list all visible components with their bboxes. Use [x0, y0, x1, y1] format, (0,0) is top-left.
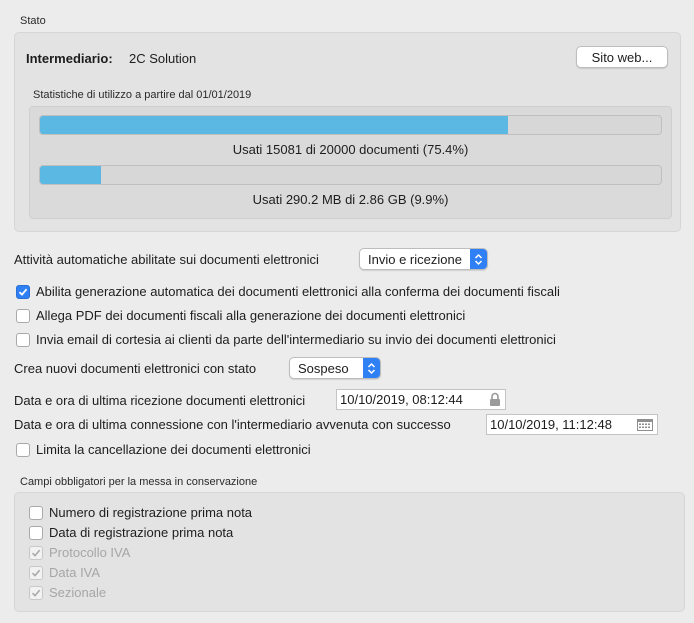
- option-limita-cancellazione[interactable]: Limita la cancellazione dei documenti el…: [16, 442, 311, 457]
- attivita-select-value: Invio e ricezione: [368, 251, 462, 267]
- crea-stato-select[interactable]: Sospeso: [289, 357, 381, 379]
- option-label: Invia email di cortesia ai clienti da pa…: [36, 332, 556, 347]
- option-label: Allega PDF dei documenti fiscali alla ge…: [36, 308, 466, 323]
- storage-progress-bar: [39, 165, 662, 185]
- crea-stato-select-value: Sospeso: [298, 360, 349, 376]
- stats-title: Statistiche di utilizzo a partire dal 01…: [33, 89, 252, 101]
- ultima-connessione-value: 10/10/2019, 11:12:48: [490, 417, 612, 432]
- intermediario-label: Intermediario:: [26, 51, 113, 66]
- chevron-updown-icon: [470, 249, 487, 269]
- attivita-select[interactable]: Invio e ricezione: [359, 248, 488, 270]
- ultima-ricezione-value: 10/10/2019, 08:12:44: [340, 392, 463, 407]
- conservazione-item-label: Sezionale: [49, 585, 107, 600]
- attivita-label: Attività automatiche abilitate sui docum…: [14, 252, 319, 267]
- conservazione-item-data-iva: Data IVA: [29, 565, 100, 580]
- checkbox-numero-registrazione[interactable]: [29, 505, 43, 520]
- conservazione-item-label: Protocollo IVA: [49, 545, 131, 560]
- conservazione-item-sezionale: Sezionale: [29, 585, 106, 600]
- checkbox-data-registrazione[interactable]: [29, 525, 43, 540]
- conservazione-item-label: Numero di registrazione prima nota: [49, 505, 253, 520]
- intermediario-value: 2C Solution: [129, 51, 197, 66]
- lock-icon: [489, 392, 501, 410]
- conservazione-item-label: Data IVA: [49, 565, 101, 580]
- conservazione-group: Numero di registrazione prima nota Data …: [14, 492, 685, 612]
- documents-progress-bar: [39, 115, 662, 135]
- option-allega-pdf[interactable]: Allega PDF dei documenti fiscali alla ge…: [16, 308, 465, 323]
- calendar-icon[interactable]: [637, 419, 653, 434]
- option-label: Abilita generazione automatica dei docum…: [36, 284, 560, 299]
- stato-section-title: Stato: [20, 15, 46, 27]
- checkbox-email-cortesia[interactable]: [16, 332, 30, 347]
- documents-usage-caption: Usati 15081 di 20000 documenti (75.4%): [232, 142, 469, 157]
- stato-group: Intermediario: 2C Solution Sito web... S…: [14, 32, 681, 232]
- checkbox-data-iva: [29, 565, 43, 580]
- option-generazione-automatica[interactable]: Abilita generazione automatica dei docum…: [16, 284, 560, 299]
- ultima-connessione-field[interactable]: 10/10/2019, 11:12:48: [486, 414, 658, 435]
- checkbox-limita-cancellazione[interactable]: [16, 442, 30, 457]
- checkbox-protocollo-iva: [29, 545, 43, 560]
- usage-stats-box: Usati 15081 di 20000 documenti (75.4%) U…: [29, 106, 672, 219]
- ultima-ricezione-field: 10/10/2019, 08:12:44: [336, 389, 506, 410]
- option-email-cortesia[interactable]: Invia email di cortesia ai clienti da pa…: [16, 332, 556, 347]
- conservazione-item-protocollo-iva: Protocollo IVA: [29, 545, 130, 560]
- option-label: Limita la cancellazione dei documenti el…: [36, 442, 311, 457]
- storage-progress-fill: [40, 166, 102, 184]
- storage-usage-caption: Usati 290.2 MB di 2.86 GB (9.9%): [252, 192, 449, 207]
- chevron-updown-icon: [363, 358, 380, 378]
- conservazione-item-label: Data di registrazione prima nota: [49, 525, 234, 540]
- checkbox-generazione-automatica[interactable]: [16, 284, 30, 299]
- checkbox-allega-pdf[interactable]: [16, 308, 30, 323]
- sito-web-button[interactable]: Sito web...: [576, 46, 668, 68]
- ultima-ricezione-label: Data e ora di ultima ricezione documenti…: [14, 393, 306, 408]
- conservazione-item-numero-registrazione[interactable]: Numero di registrazione prima nota: [29, 505, 252, 520]
- checkbox-sezionale: [29, 585, 43, 600]
- documents-progress-fill: [40, 116, 509, 134]
- crea-stato-label: Crea nuovi documenti elettronici con sta…: [14, 361, 257, 376]
- ultima-connessione-label: Data e ora di ultima connessione con l'i…: [14, 417, 451, 432]
- conservazione-section-title: Campi obbligatori per la messa in conser…: [20, 476, 258, 488]
- conservazione-item-data-registrazione[interactable]: Data di registrazione prima nota: [29, 525, 233, 540]
